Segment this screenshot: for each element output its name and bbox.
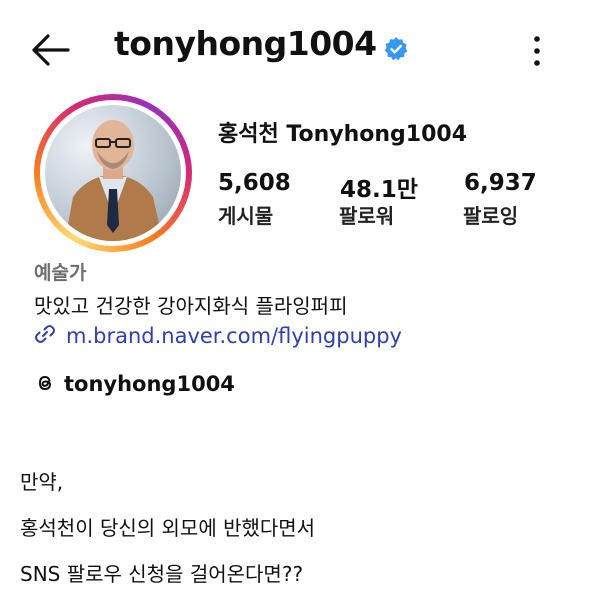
profile-link-text[interactable]: m.brand.naver.com/flyingpuppy	[66, 324, 402, 348]
followers-label[interactable]: 팔로워	[339, 200, 394, 229]
following-label[interactable]: 팔로잉	[463, 200, 518, 229]
link-icon	[35, 325, 55, 343]
avatar-story-ring[interactable]	[34, 94, 192, 252]
more-options-icon[interactable]	[528, 34, 546, 68]
posts-label[interactable]: 게시물	[218, 200, 273, 229]
posts-count[interactable]: 5,608	[218, 170, 291, 196]
profile-bio: 맛있고 건강한 강아지화식 플라잉퍼피	[34, 294, 348, 318]
avatar	[45, 105, 181, 241]
verified-badge-icon	[384, 37, 408, 61]
profile-username-title: tonyhong1004	[114, 24, 377, 63]
threads-icon	[38, 375, 52, 391]
caption-line-1: 만약,	[20, 470, 64, 494]
avatar-portrait-image	[65, 120, 163, 241]
display-name: 홍석천 Tonyhong1004	[218, 122, 467, 147]
back-arrow-icon[interactable]	[28, 30, 72, 70]
caption-line-3: SNS 팔로우 신청을 걸어온다면??	[20, 562, 304, 586]
profile-link[interactable]: m.brand.naver.com/flyingpuppy	[34, 323, 402, 351]
threads-badge[interactable]: tonyhong1004	[34, 372, 235, 400]
followers-count[interactable]: 48.1만	[340, 170, 418, 204]
threads-handle[interactable]: tonyhong1004	[64, 372, 235, 396]
profile-category: 예술가	[34, 262, 87, 284]
following-count[interactable]: 6,937	[464, 170, 537, 196]
caption-line-2: 홍석천이 당신의 외모에 반했다면서	[20, 516, 316, 540]
